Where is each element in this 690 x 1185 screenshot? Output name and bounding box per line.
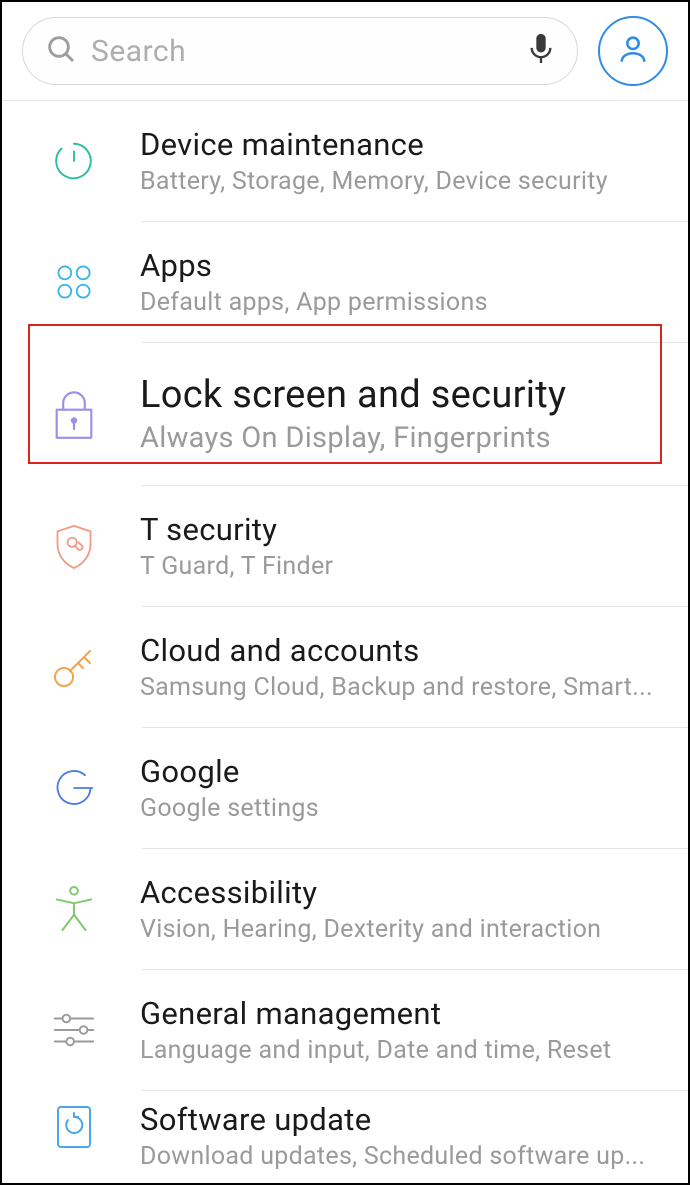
search-input[interactable]: Search [22,17,578,85]
search-placeholder: Search [91,34,513,69]
settings-item-device-maintenance[interactable]: Device maintenance Battery, Storage, Memo… [2,101,688,221]
settings-item-t-security[interactable]: T security T Guard, T Finder [2,486,688,606]
settings-item-subtitle: Download updates, Scheduled software up.… [140,1142,654,1171]
settings-item-title: General management [140,995,654,1032]
maintenance-icon [48,135,100,187]
profile-button[interactable] [598,16,668,86]
accessibility-icon [48,883,100,935]
settings-item-subtitle: Default apps, App permissions [140,288,654,317]
settings-item-title: Lock screen and security [140,373,654,417]
settings-item-subtitle: Vision, Hearing, Dexterity and interacti… [140,915,654,944]
settings-item-title: T security [140,511,654,548]
settings-item-title: Accessibility [140,874,654,911]
settings-list: Device maintenance Battery, Storage, Memo… [2,101,688,1180]
search-icon [45,33,77,69]
settings-item-apps[interactable]: Apps Default apps, App permissions [2,222,688,342]
settings-item-accessibility[interactable]: Accessibility Vision, Hearing, Dexterity … [2,849,688,969]
settings-item-title: Google [140,753,654,790]
settings-item-subtitle: Google settings [140,794,654,823]
lock-icon [43,383,104,444]
settings-item-subtitle: Always On Display, Fingerprints [140,421,654,455]
settings-item-subtitle: Samsung Cloud, Backup and restore, Smart… [140,673,654,702]
settings-item-title: Cloud and accounts [140,632,654,669]
settings-item-title: Device maintenance [140,126,654,163]
microphone-icon[interactable] [527,32,555,70]
header: Search [2,2,688,101]
shield-icon [48,520,100,572]
settings-item-general[interactable]: General management Language and input, Da… [2,970,688,1090]
settings-item-title: Apps [140,247,654,284]
settings-item-lock-screen[interactable]: Lock screen and security Always On Displa… [2,343,688,485]
settings-item-subtitle: Battery, Storage, Memory, Device securit… [140,167,654,196]
settings-item-cloud[interactable]: Cloud and accounts Samsung Cloud, Backup … [2,607,688,727]
apps-icon [48,256,100,308]
sliders-icon [48,1004,100,1056]
settings-item-google[interactable]: Google Google settings [2,728,688,848]
settings-item-subtitle: Language and input, Date and time, Reset [140,1036,654,1065]
settings-item-title: Software update [140,1101,654,1138]
profile-icon [616,32,650,70]
key-icon [48,641,100,693]
settings-item-subtitle: T Guard, T Finder [140,552,654,581]
google-icon [48,762,100,814]
update-icon [48,1101,100,1153]
settings-item-software[interactable]: Software update Download updates, Schedul… [2,1091,688,1180]
